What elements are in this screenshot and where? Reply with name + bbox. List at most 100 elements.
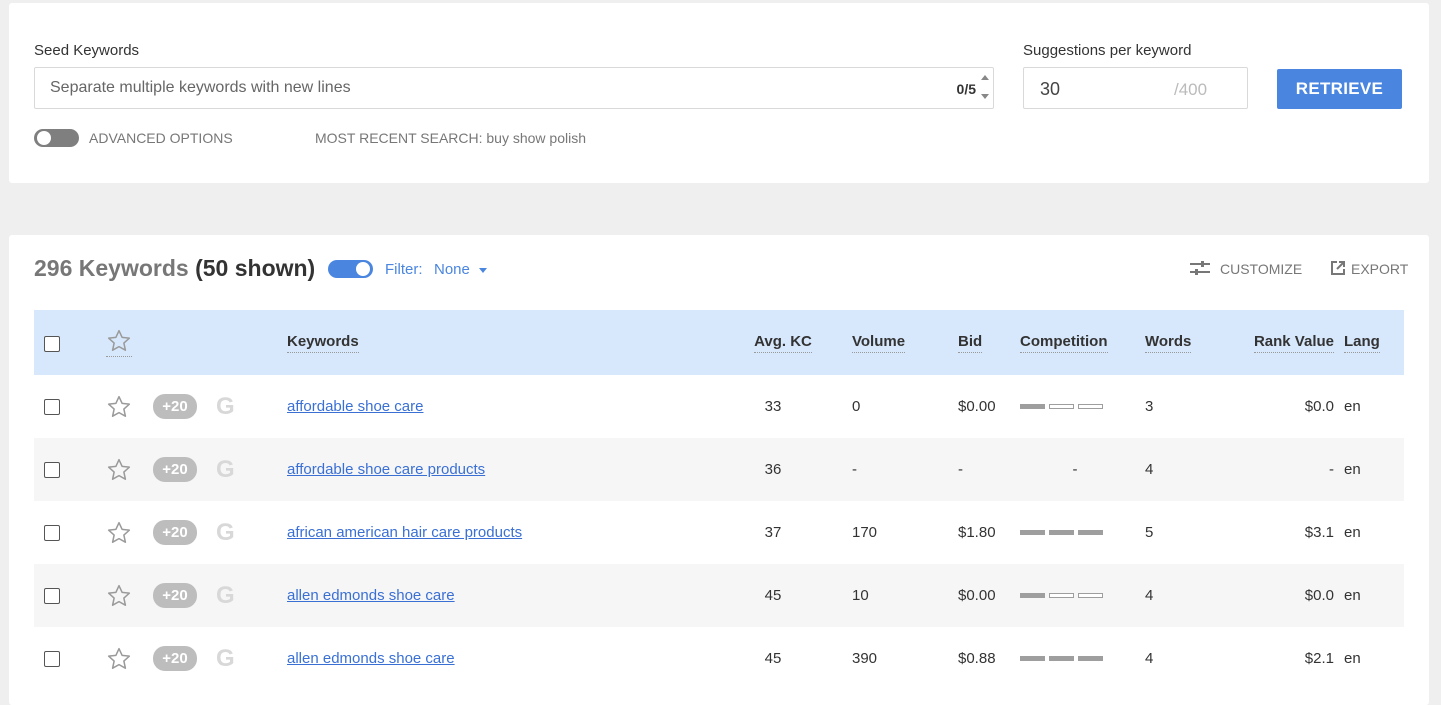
google-icon[interactable]: G [216,645,235,673]
keyword-count: 296 Keywords (50 shown) [34,255,315,282]
competition-bar [1020,593,1045,598]
favorite-all-cell [106,310,132,375]
competition-cell [1020,564,1130,627]
export-icon [1331,260,1345,278]
star-icon[interactable] [106,394,132,420]
shown-toggle[interactable] [328,260,373,278]
table-row: +20 Gallen edmonds shoe care 45 390 $0.88 4 $2… [34,627,1404,690]
export-button[interactable]: EXPORT [1331,259,1408,279]
keyword-link[interactable]: allen edmonds shoe care [287,650,455,667]
star-icon[interactable] [106,457,132,483]
keyword-total: 296 Keywords [34,255,189,281]
row-checkbox[interactable] [44,398,60,415]
star-icon[interactable] [106,646,132,672]
competition-meter [1020,593,1103,598]
more-suggestions-cell: +20 [153,501,197,564]
lang-cell: en [1344,587,1361,604]
lang-cell: en [1344,461,1361,478]
competition-cell [1020,501,1130,564]
advanced-options-toggle[interactable] [34,129,79,147]
col-lang-label: Lang [1344,333,1380,353]
results-panel: 296 Keywords (50 shown) Filter: None CUS… [9,235,1429,705]
more-suggestions-button[interactable]: +20 [153,646,197,671]
competition-cell [1020,627,1130,690]
more-suggestions-button[interactable]: +20 [153,583,197,608]
volume-cell: 170 [852,524,878,541]
most-recent-search: MOST RECENT SEARCH: buy show polish [315,130,587,146]
competition-bar [1078,530,1103,535]
row-checkbox[interactable] [44,587,60,604]
more-suggestions-button[interactable]: +20 [153,520,197,545]
google-icon[interactable]: G [216,393,235,421]
col-words-label: Words [1145,333,1192,353]
col-competition[interactable]: Competition [1020,310,1130,375]
more-suggestions-cell: +20 [153,627,197,690]
row-checkbox[interactable] [44,650,60,667]
col-volume-label: Volume [852,333,906,353]
toggle-knob [37,131,51,145]
keyword-link[interactable]: affordable shoe care [287,398,424,415]
customize-button[interactable]: CUSTOMIZE [1190,259,1302,279]
search-panel: Seed Keywords 0/5 Suggestions per keywor… [9,3,1429,183]
keywords-table: Keywords Avg. KC Volume Bid Competition … [34,310,1404,690]
seed-keywords-input[interactable] [35,68,935,108]
table-row: +20 Gaffordable shoe care 33 0 $0.00 3 $0.0 en [34,375,1404,438]
more-suggestions-button[interactable]: +20 [153,394,197,419]
col-bid[interactable]: Bid [958,310,983,375]
keyword-link[interactable]: african american hair care products [287,524,522,541]
google-search-cell: G [216,375,235,438]
sliders-icon [1190,260,1210,278]
keyword-cell: allen edmonds shoe care [287,564,455,627]
favorite-cell [106,627,132,690]
scroll-down-icon[interactable] [980,94,989,99]
scroll-up-icon[interactable] [980,75,989,80]
star-icon[interactable] [106,328,132,357]
favorite-cell [106,438,132,501]
col-keywords[interactable]: Keywords [287,310,359,375]
seed-keywords-label: Seed Keywords [34,42,140,59]
words-cell: 3 [1145,398,1154,415]
advanced-options-label[interactable]: ADVANCED OPTIONS [89,130,233,146]
google-search-cell: G [216,564,235,627]
toggle-knob [356,262,370,276]
suggestions-value[interactable]: 30 [1040,79,1060,100]
rank-value-cell: $2.1 [1304,650,1334,667]
avg-kc-cell: 45 [764,650,782,667]
suggestions-per-keyword-input[interactable]: 30 /400 [1023,67,1248,109]
volume-cell: 0 [852,398,861,415]
row-checkbox[interactable] [44,461,60,478]
competition-bar [1078,656,1103,661]
keyword-cell: affordable shoe care [287,375,424,438]
bid-cell: $0.88 [958,650,996,667]
keyword-link[interactable]: allen edmonds shoe care [287,587,455,604]
retrieve-button[interactable]: RETRIEVE [1277,69,1402,109]
keyword-cell: affordable shoe care products [287,438,485,501]
row-checkbox[interactable] [44,524,60,541]
col-words[interactable]: Words [1145,310,1192,375]
select-all-checkbox[interactable] [44,335,60,352]
rank-value-cell: $0.0 [1304,587,1334,604]
table-body: +20 Gaffordable shoe care 33 0 $0.00 3 $0.0 en +… [34,375,1404,690]
seed-keywords-field[interactable]: 0/5 [34,67,994,109]
col-rank-value[interactable]: Rank Value [1226,310,1334,375]
col-volume[interactable]: Volume [852,310,906,375]
google-icon[interactable]: G [216,519,235,547]
star-icon[interactable] [106,520,132,546]
more-suggestions-button[interactable]: +20 [153,457,197,482]
col-avg-kc[interactable]: Avg. KC [752,310,814,375]
export-label: EXPORT [1351,261,1409,277]
competition-meter [1020,404,1103,409]
google-icon[interactable]: G [216,582,235,610]
competition-bar [1049,530,1074,535]
seed-keywords-scroll[interactable] [978,72,991,106]
chevron-down-icon[interactable] [479,268,487,273]
keyword-link[interactable]: affordable shoe care products [287,461,485,478]
filter-dropdown[interactable]: None [434,261,470,278]
col-lang[interactable]: Lang [1344,310,1380,375]
competition-value: - [1072,461,1078,478]
lang-cell: en [1344,524,1361,541]
favorite-cell [106,564,132,627]
col-bid-label: Bid [958,333,983,353]
google-icon[interactable]: G [216,456,235,484]
star-icon[interactable] [106,583,132,609]
